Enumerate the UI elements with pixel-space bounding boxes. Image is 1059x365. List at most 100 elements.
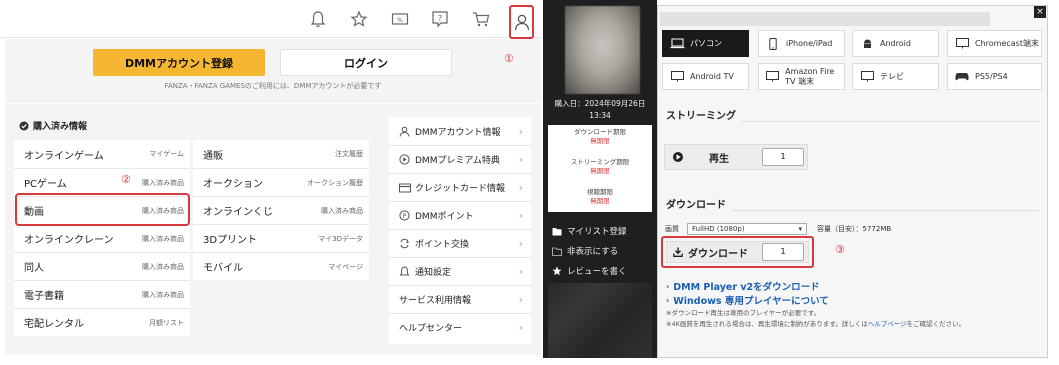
menu-item-points[interactable]: P DMMポイント ›	[389, 201, 531, 229]
download-quantity[interactable]: 1	[762, 243, 804, 261]
check-circle-icon	[19, 121, 29, 130]
cart-icon[interactable]	[469, 8, 493, 30]
item-label: モバイル	[203, 263, 243, 274]
chevron-right-icon: ›	[518, 153, 523, 166]
device-tab-chromecast[interactable]: Chromecast端末	[947, 30, 1042, 57]
login-note: FANZA・FANZA GAMESのご利用には、DMMアカウントが必要です	[164, 82, 382, 90]
purchased-item[interactable]: オンラインくじ 購入済み商品	[193, 196, 369, 224]
star-icon[interactable]	[347, 8, 371, 30]
limit-value: 無期限	[590, 167, 610, 175]
item-label: 電子書籍	[24, 291, 64, 302]
help-icon[interactable]: ?	[428, 8, 452, 30]
write-review-link[interactable]: レビューを書く	[552, 265, 627, 277]
download-icon	[673, 247, 683, 257]
login-button[interactable]: ログイン	[280, 49, 452, 76]
menu-item-service-usage[interactable]: サービス利用情報 ›	[389, 285, 531, 313]
menu-item-help-center[interactable]: ヘルプセンター ›	[389, 313, 531, 341]
menu-item-credit-card[interactable]: クレジットカード情報 ›	[389, 173, 531, 201]
chevron-down-icon: ▾	[798, 225, 802, 233]
phone-icon	[765, 37, 781, 50]
modal-title-bar	[660, 12, 990, 26]
monitor-icon	[765, 71, 780, 82]
note-text: ※4K画質を再生される場合は、再生環境に制約があります。詳しくは	[666, 320, 868, 328]
user-icon-button[interactable]	[509, 5, 534, 39]
item-label: オンラインくじ	[203, 207, 273, 218]
purchased-item[interactable]: オンラインゲーム マイゲーム	[14, 140, 190, 168]
device-label: Android TV	[690, 71, 734, 81]
help-page-link[interactable]: ヘルプページ	[868, 320, 907, 328]
item-label: 宅配レンタル	[24, 319, 84, 330]
coupon-icon[interactable]: %	[388, 8, 412, 30]
item-sublabel: 月額リスト	[149, 318, 184, 327]
device-tab-playstation[interactable]: PS5/PS4	[947, 63, 1042, 90]
streaming-quantity[interactable]: 1	[762, 148, 804, 166]
purchased-item[interactable]: 同人 購入済み商品	[14, 252, 190, 280]
bell-icon[interactable]	[306, 8, 330, 30]
note-4k: ※4K画質を再生される場合は、再生環境に制約があります。詳しくはヘルプページをご…	[666, 318, 965, 328]
menu-item-notifications[interactable]: 通知設定 ›	[389, 257, 531, 285]
device-tab-tv[interactable]: テレビ	[852, 63, 939, 90]
purchased-item[interactable]: オークション オークション履歴	[193, 168, 369, 196]
purchased-item[interactable]: 通販 注文履歴	[193, 140, 369, 168]
menu-item-label: DMMアカウント情報	[415, 127, 501, 138]
item-sublabel: マイ3Dデータ	[318, 234, 363, 243]
item-label: オークション	[203, 179, 263, 190]
device-tab-android[interactable]: Android	[852, 30, 939, 57]
monitor-icon	[669, 71, 685, 82]
register-account-button[interactable]: DMMアカウント登録	[93, 49, 265, 76]
purchased-item[interactable]: 宅配レンタル 月額リスト	[14, 308, 190, 336]
dmm-player-download-link[interactable]: › DMM Player v2をダウンロード	[666, 279, 820, 294]
purchased-item[interactable]: 3Dプリント マイ3Dデータ	[193, 224, 369, 252]
item-sublabel: 購入済み商品	[142, 262, 184, 271]
hide-icon	[552, 247, 562, 256]
device-label: Chromecast端末	[975, 38, 1039, 48]
annotation-marker-1: ①	[504, 52, 514, 65]
android-icon	[859, 38, 875, 49]
device-tab-fire-tv[interactable]: Amazon Fire TV 端末	[758, 63, 845, 90]
download-heading: ダウンロード	[666, 200, 726, 211]
item-label: PCゲーム	[24, 179, 67, 190]
device-label: PS5/PS4	[975, 71, 1008, 81]
purchased-item[interactable]: PCゲーム 購入済み商品	[14, 168, 190, 196]
menu-item-label: DMMポイント	[415, 212, 474, 222]
item-sublabel: 購入済み商品	[142, 234, 184, 243]
purchased-column-1: オンラインゲーム マイゲーム PCゲーム 購入済み商品 動画 購入済み商品 オンライン…	[14, 140, 190, 336]
content-thumbnail	[565, 6, 640, 94]
device-label: iPhone/iPad	[786, 38, 833, 48]
play-button[interactable]: 再生	[709, 150, 729, 165]
device-label: テレビ	[880, 71, 904, 81]
menu-item-label: ヘルプセンター	[399, 324, 463, 334]
download-label: ダウンロード	[688, 248, 748, 260]
menu-item-label: ポイント交換	[415, 240, 470, 250]
close-button[interactable]: ×	[1034, 6, 1046, 18]
annotation-marker-3: ③	[835, 243, 845, 256]
menu-item-point-exchange[interactable]: ポイント交換 ›	[389, 229, 531, 257]
folder-icon	[552, 227, 562, 235]
credit-card-icon	[399, 183, 411, 193]
menu-item-premium[interactable]: DMMプレミアム特典 ›	[389, 145, 531, 173]
device-tab-android-tv[interactable]: Android TV	[662, 63, 749, 90]
item-label: 同人	[24, 263, 44, 274]
device-tab-iphone[interactable]: iPhone/iPad	[758, 30, 845, 57]
windows-player-link[interactable]: › Windows 専用プレイヤーについて	[666, 293, 829, 308]
divider	[732, 210, 1039, 211]
person-icon	[399, 126, 411, 137]
quality-select[interactable]: FullHD (1080p) ▾	[687, 223, 807, 235]
device-label: Android	[880, 38, 911, 48]
purchased-item[interactable]: 電子書籍 購入済み商品	[14, 280, 190, 308]
divider	[742, 121, 1039, 122]
premium-icon	[399, 154, 411, 165]
link-label: 非表示にする	[567, 247, 619, 257]
link-label: マイリスト登録	[567, 227, 627, 237]
hide-link[interactable]: 非表示にする	[552, 245, 618, 257]
play-icon	[673, 152, 683, 162]
add-mylist-link[interactable]: マイリスト登録	[552, 225, 627, 237]
purchased-item[interactable]: オンラインクレーン 購入済み商品	[14, 224, 190, 252]
chevron-right-icon: ›	[518, 124, 523, 138]
chevron-right-icon: ›	[666, 295, 670, 305]
purchased-item[interactable]: モバイル マイページ	[193, 252, 369, 280]
streaming-heading: ストリーミング	[666, 111, 736, 122]
item-sublabel: 購入済み商品	[321, 206, 363, 215]
device-tab-pc[interactable]: パソコン	[662, 30, 749, 57]
menu-item-account-info[interactable]: DMMアカウント情報 ›	[389, 117, 531, 145]
